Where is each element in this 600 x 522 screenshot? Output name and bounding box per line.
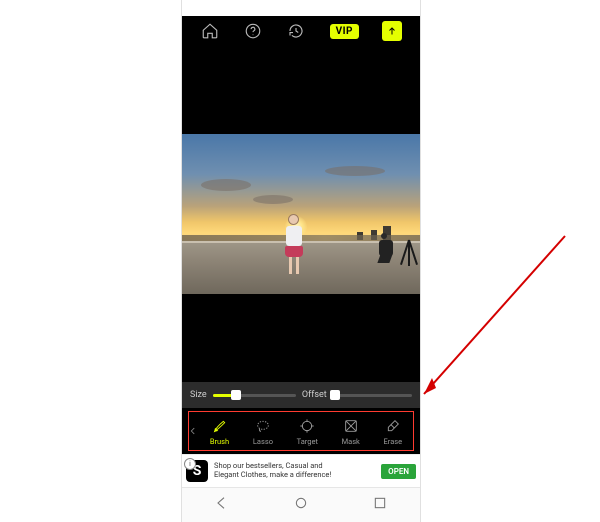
tool-label: Lasso [253, 437, 273, 446]
tool-target[interactable]: Target [297, 417, 318, 446]
tool-brush[interactable]: Brush [210, 417, 229, 446]
lasso-icon [254, 417, 272, 435]
offset-label: Offset [302, 390, 327, 400]
tool-mask[interactable]: Mask [342, 417, 360, 446]
size-slider[interactable] [213, 388, 296, 402]
android-nav-bar [182, 487, 420, 522]
tool-label: Brush [210, 437, 229, 446]
phone-frame: VIP [181, 0, 421, 522]
top-toolbar: VIP [182, 16, 420, 46]
collapse-tools-chevron[interactable] [188, 426, 198, 436]
edited-photo [182, 134, 420, 294]
size-label: Size [190, 390, 207, 400]
brush-icon [211, 417, 229, 435]
ad-banner[interactable]: i S Shop our bestsellers, Casual andEleg… [182, 454, 420, 487]
slider-row: Size Offset [182, 382, 420, 408]
tool-label: Mask [342, 437, 360, 446]
help-icon[interactable] [243, 21, 263, 41]
tool-label: Target [297, 437, 318, 446]
nav-recent[interactable] [372, 495, 388, 515]
erase-icon [384, 417, 402, 435]
subject-girl [282, 214, 306, 272]
target-icon [298, 417, 316, 435]
subject-photographer [379, 233, 401, 265]
export-button[interactable] [382, 21, 402, 41]
tool-row-container: Brush Lasso Target Mask Erase [182, 408, 420, 454]
tripod [408, 240, 410, 266]
ad-info-icon[interactable]: i [184, 458, 196, 470]
status-bar [182, 0, 420, 16]
home-icon[interactable] [200, 21, 220, 41]
nav-back[interactable] [214, 495, 230, 515]
ad-open-button[interactable]: OPEN [381, 464, 416, 479]
tool-label: Erase [384, 437, 403, 446]
offset-slider[interactable] [333, 388, 412, 402]
ad-text: Shop our bestsellers, Casual andElegant … [214, 462, 375, 479]
mask-icon [342, 417, 360, 435]
tool-lasso[interactable]: Lasso [253, 417, 273, 446]
tool-erase[interactable]: Erase [384, 417, 403, 446]
tool-row: Brush Lasso Target Mask Erase [188, 411, 414, 451]
vip-badge[interactable]: VIP [330, 24, 359, 39]
nav-home[interactable] [293, 495, 309, 515]
ad-app-icon: i S [186, 460, 208, 482]
export-icon [386, 25, 398, 37]
chevron-left-icon [188, 426, 198, 436]
history-icon[interactable] [286, 21, 306, 41]
editor-canvas[interactable] [182, 46, 420, 382]
